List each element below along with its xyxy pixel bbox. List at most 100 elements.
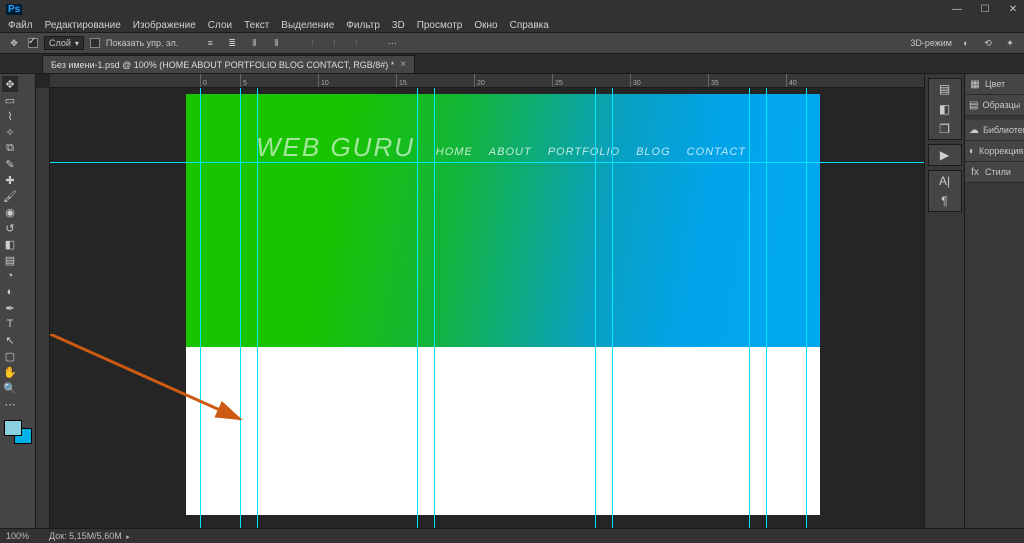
- doc-size[interactable]: Док: 5,15M/5,60M: [49, 531, 122, 541]
- history-panel-icon[interactable]: ▤: [939, 82, 950, 96]
- mode-3d-icon[interactable]: ◐: [958, 35, 974, 51]
- document-tab-title: Без имени-1.psd @ 100% (HOME ABOUT PORTF…: [51, 60, 394, 70]
- menu-bar: Файл Редактирование Изображение Слои Тек…: [0, 18, 1024, 32]
- maximize-button[interactable]: ☐: [980, 4, 990, 15]
- distribute-icon[interactable]: ⫶: [326, 35, 342, 51]
- shape-tool[interactable]: ▢: [2, 348, 18, 364]
- menu-help[interactable]: Справка: [510, 20, 549, 31]
- show-transform-label: Показать упр. эл.: [106, 38, 178, 48]
- more-icon[interactable]: ⋯: [384, 35, 400, 51]
- type-tool[interactable]: T: [2, 316, 18, 332]
- eyedropper-tool[interactable]: ✎: [2, 156, 18, 172]
- lasso-tool[interactable]: ⌇: [2, 108, 18, 124]
- layers-panel-icon[interactable]: ❐: [939, 122, 950, 136]
- ruler-tick: 40: [789, 80, 797, 87]
- ruler-tick: 5: [243, 80, 247, 87]
- close-button[interactable]: ✕: [1008, 4, 1018, 15]
- auto-select-dropdown[interactable]: Слой ▾: [44, 36, 84, 50]
- panel-swatches[interactable]: ▤ Образцы: [965, 95, 1024, 116]
- menu-edit[interactable]: Редактирование: [45, 20, 121, 31]
- auto-select-checkbox[interactable]: [28, 38, 38, 48]
- panel-libraries[interactable]: ☁ Библиотеки: [965, 120, 1024, 141]
- character-panel-icon[interactable]: A|: [939, 174, 950, 188]
- panel-label: Библиотеки: [983, 125, 1024, 135]
- nav-item: BLOG: [636, 146, 671, 158]
- dodge-tool[interactable]: ◐: [2, 284, 18, 300]
- eraser-tool[interactable]: ◧: [2, 236, 18, 252]
- history-brush-tool[interactable]: ↺: [2, 220, 18, 236]
- crop-tool[interactable]: ⧉: [2, 140, 18, 156]
- ruler-horizontal[interactable]: 0 5 10 15 20 25 30 35 40: [50, 74, 924, 88]
- hero-section: WEB GURU HOME ABOUT PORTFOLIO BLOG CONTA…: [186, 94, 820, 347]
- marquee-tool[interactable]: ▭: [2, 92, 18, 108]
- canvas-area[interactable]: 0 5 10 15 20 25 30 35 40 WEB GURU HOME A…: [36, 74, 924, 528]
- zoom-level[interactable]: 100%: [6, 531, 29, 541]
- menu-file[interactable]: Файл: [8, 20, 33, 31]
- libraries-panel-icon: ☁: [969, 124, 979, 136]
- actions-panel-icon[interactable]: ▶: [940, 148, 949, 162]
- properties-panel-icon[interactable]: ◧: [939, 102, 950, 116]
- foreground-color-swatch[interactable]: [4, 420, 22, 436]
- heal-tool[interactable]: ✚: [2, 172, 18, 188]
- ruler-tick: 10: [321, 80, 329, 87]
- adjustments-panel-icon: ◐: [969, 145, 975, 157]
- zoom-tool[interactable]: 🔍: [2, 380, 18, 396]
- menu-view[interactable]: Просмотр: [417, 20, 463, 31]
- minimize-button[interactable]: —: [952, 4, 962, 15]
- distribute-icon[interactable]: ⫶: [348, 35, 364, 51]
- stamp-tool[interactable]: ◉: [2, 204, 18, 220]
- move-tool-icon: ✥: [6, 35, 22, 51]
- align-icon[interactable]: ≡: [202, 35, 218, 51]
- menu-window[interactable]: Окно: [474, 20, 497, 31]
- panel-label: Стили: [985, 167, 1011, 177]
- paragraph-panel-icon[interactable]: ¶: [941, 194, 947, 208]
- document-tab[interactable]: Без имени-1.psd @ 100% (HOME ABOUT PORTF…: [42, 55, 415, 73]
- close-icon[interactable]: ×: [400, 59, 406, 70]
- menu-layers[interactable]: Слои: [208, 20, 232, 31]
- mode-3d-icon[interactable]: ⟲: [980, 35, 996, 51]
- move-tool[interactable]: ✥: [2, 76, 18, 92]
- ruler-tick: 35: [711, 80, 719, 87]
- collapsed-panel-rail: ▤ ◧ ❐ ▶ A| ¶: [924, 74, 964, 528]
- menu-text[interactable]: Текст: [244, 20, 269, 31]
- hand-tool[interactable]: ✋: [2, 364, 18, 380]
- ruler-tick: 20: [477, 80, 485, 87]
- edit-toolbar[interactable]: ⋯: [2, 396, 18, 412]
- ruler-tick: 0: [203, 80, 207, 87]
- document-canvas[interactable]: WEB GURU HOME ABOUT PORTFOLIO BLOG CONTA…: [186, 94, 820, 515]
- blur-tool[interactable]: ◔: [2, 268, 18, 284]
- show-transform-controls-checkbox[interactable]: [90, 38, 100, 48]
- mode-3d-label: 3D-режим: [910, 38, 952, 48]
- ruler-tick: 25: [555, 80, 563, 87]
- panel-color[interactable]: ▦ Цвет: [965, 74, 1024, 95]
- site-logo-text: WEB GURU: [256, 132, 415, 163]
- gradient-tool[interactable]: ▤: [2, 252, 18, 268]
- ruler-tick: 15: [399, 80, 407, 87]
- menu-image[interactable]: Изображение: [133, 20, 196, 31]
- mode-3d-icon[interactable]: ✦: [1002, 35, 1018, 51]
- brush-tool[interactable]: 🖌: [2, 188, 18, 204]
- nav-item: ABOUT: [489, 146, 532, 158]
- align-icon[interactable]: ⫴: [268, 35, 284, 51]
- chevron-right-icon[interactable]: ▸: [126, 534, 130, 541]
- menu-filter[interactable]: Фильтр: [346, 20, 380, 31]
- panel-label: Коррекция: [979, 146, 1023, 156]
- menu-3d[interactable]: 3D: [392, 20, 405, 31]
- styles-panel-icon: fx: [969, 166, 981, 178]
- magic-wand-tool[interactable]: ✧: [2, 124, 18, 140]
- ruler-vertical[interactable]: [36, 88, 50, 528]
- align-icon[interactable]: ⫴: [246, 35, 262, 51]
- panel-adjustments[interactable]: ◐ Коррекция: [965, 141, 1024, 162]
- menu-select[interactable]: Выделение: [281, 20, 334, 31]
- swatches-panel-icon: ▤: [969, 99, 978, 111]
- panel-styles[interactable]: fx Стили: [965, 162, 1024, 183]
- options-bar: ✥ Слой ▾ Показать упр. эл. ≡ ≣ ⫴ ⫴ ⫶ ⫶ ⫶…: [0, 32, 1024, 54]
- path-select-tool[interactable]: ↖: [2, 332, 18, 348]
- pen-tool[interactable]: ✒: [2, 300, 18, 316]
- distribute-icon[interactable]: ⫶: [304, 35, 320, 51]
- chevron-down-icon: ▾: [75, 39, 79, 48]
- document-tab-bar: Без имени-1.psd @ 100% (HOME ABOUT PORTF…: [0, 54, 1024, 74]
- align-icon[interactable]: ≣: [224, 35, 240, 51]
- panel-dock: ▦ Цвет ▤ Образцы ☁ Библиотеки ◐ Коррекци…: [964, 74, 1024, 528]
- color-swatches[interactable]: [2, 420, 33, 444]
